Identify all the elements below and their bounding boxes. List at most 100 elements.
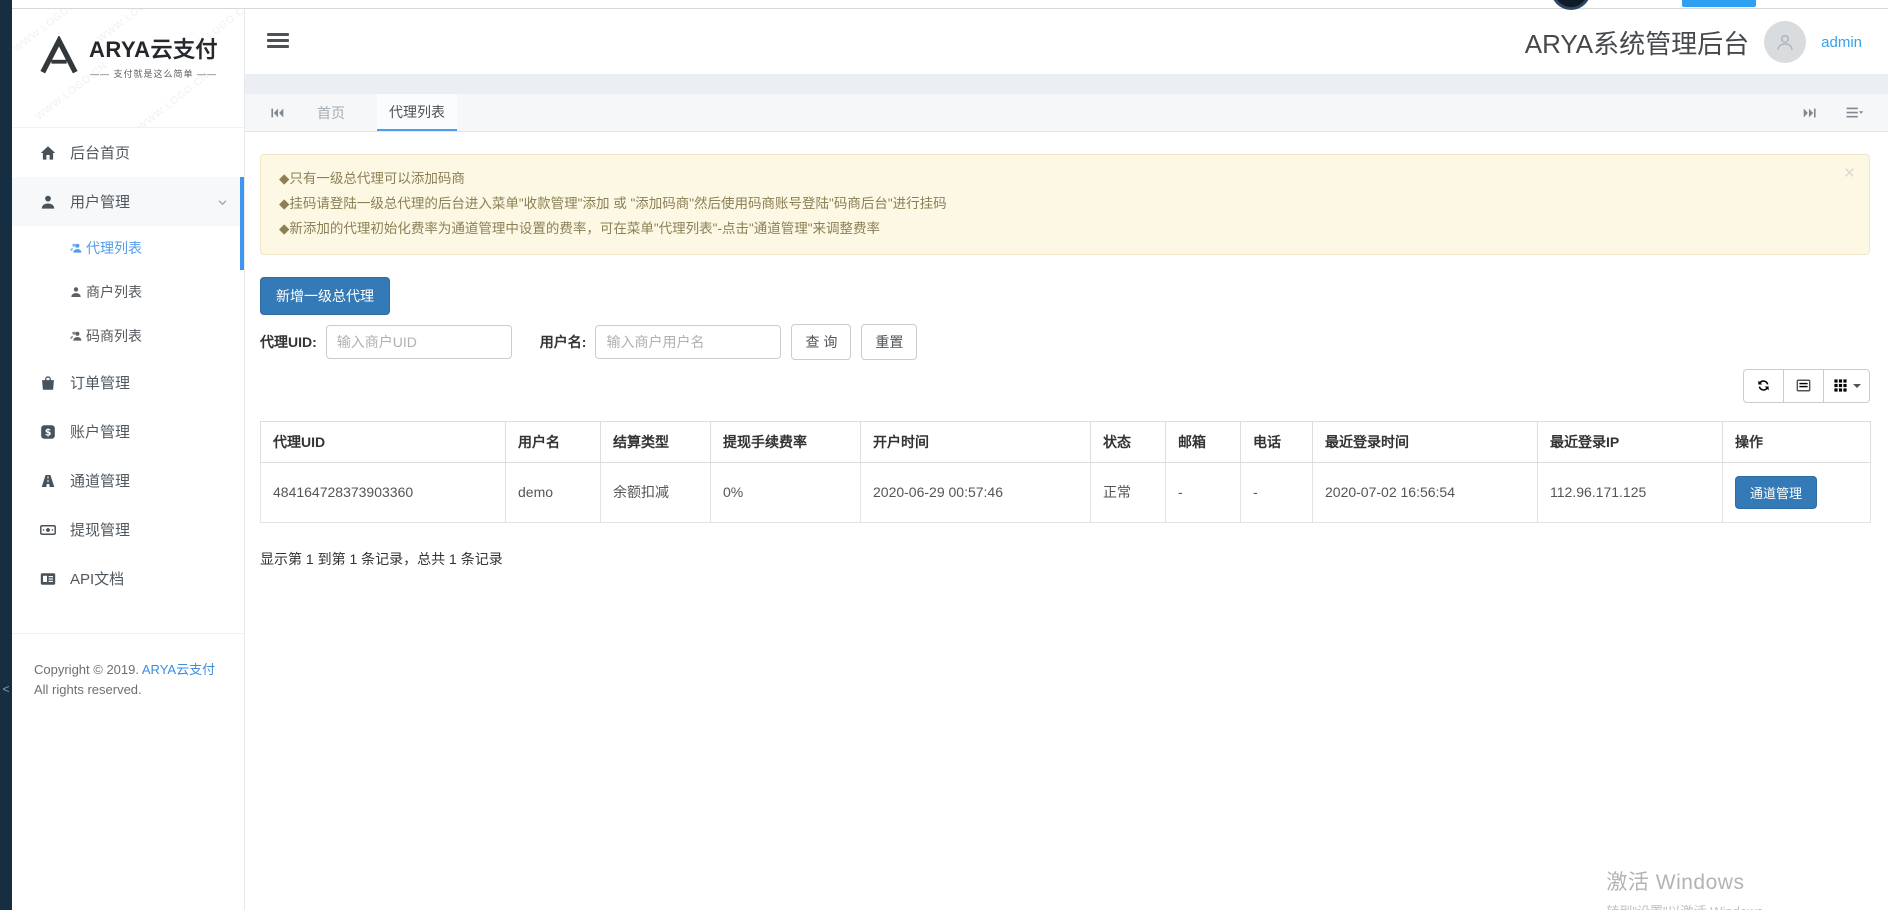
cell-email: -	[1166, 462, 1241, 522]
sidebar-item-label: 商户列表	[86, 282, 142, 302]
channel-manage-button[interactable]: 通道管理	[1735, 476, 1817, 509]
tab-agent-list[interactable]: 代理列表	[377, 94, 457, 131]
cell-settle-type: 余额扣减	[601, 462, 711, 522]
user-icon	[70, 286, 82, 298]
sidebar-item-label: 通道管理	[70, 470, 130, 491]
username-link[interactable]: admin	[1821, 34, 1862, 51]
notice-line: ◆只有一级总代理可以添加码商	[279, 167, 1829, 192]
tab-label: 代理列表	[389, 102, 445, 122]
copyright-suffix: All rights reserved.	[34, 682, 142, 697]
road-icon	[40, 473, 56, 489]
browser-overlay-button	[1682, 0, 1756, 7]
column-header: 状态	[1091, 421, 1166, 462]
column-header: 最近登录IP	[1538, 421, 1723, 462]
sidebar-item-label: 提现管理	[70, 519, 130, 540]
toggle-view-icon	[1796, 378, 1811, 393]
brand-logo-icon	[38, 36, 80, 76]
pagination-summary: 显示第 1 到第 1 条记录，总共 1 条记录	[260, 549, 1870, 569]
username-input[interactable]	[595, 325, 781, 359]
column-header: 邮箱	[1166, 421, 1241, 462]
notice-line: ◆挂码请登陆一级总代理的后台进入菜单"收款管理"添加 或 "添加码商"然后使用码…	[279, 192, 1829, 217]
sidebar-item-label: 用户管理	[70, 191, 130, 212]
fast-backward-icon[interactable]	[269, 106, 285, 120]
sidebar-collapse-handle[interactable]: <	[0, 682, 12, 696]
filter-row: 代理UID: 用户名: 查 询 重置	[260, 324, 1870, 360]
notice-line: ◆新添加的代理初始化费率为通道管理中设置的费率，可在菜单"代理列表"-点击"通道…	[279, 217, 1829, 242]
cell-agent-uid: 484164728373903360	[261, 462, 506, 522]
agent-uid-input[interactable]	[326, 325, 512, 359]
sidebar-item-accounts[interactable]: 账户管理	[12, 407, 244, 456]
brand-link[interactable]: ARYA云支付	[142, 662, 215, 677]
sidebar-menu: 后台首页 用户管理 代理列表 商户列表 码商列表 订单管理	[12, 128, 244, 603]
table-toolbar	[260, 369, 1870, 403]
search-button[interactable]: 查 询	[791, 324, 851, 360]
copyright: Copyright © 2019. ARYA云支付 All rights res…	[12, 633, 244, 700]
cell-last-login-time: 2020-07-02 16:56:54	[1313, 462, 1538, 522]
brand-name: ARYA云支付	[89, 32, 218, 64]
sidebar-item-label: 后台首页	[70, 142, 130, 163]
sidebar-item-label: API文档	[70, 568, 124, 589]
page: < WWW.LOGO.CN WWW.LOGO.CN WWW.LOGO.CN WW…	[0, 0, 1888, 910]
tab-band	[245, 74, 1888, 94]
table-row: 484164728373903360 demo 余额扣减 0% 2020-06-…	[261, 462, 1871, 522]
home-icon	[40, 145, 56, 161]
tab-home[interactable]: 首页	[313, 94, 349, 131]
columns-grid-icon	[1833, 378, 1848, 393]
agents-table: 代理UID 用户名 结算类型 提现手续费率 开户时间 状态 邮箱 电话 最近登录…	[260, 421, 1871, 523]
sidebar-subitem-codemerchant-list[interactable]: 码商列表	[12, 314, 244, 358]
close-icon[interactable]: ×	[1844, 161, 1855, 188]
agent-uid-label: 代理UID:	[260, 332, 317, 352]
tab-bar: 首页 代理列表	[245, 94, 1888, 132]
fast-forward-icon[interactable]	[1802, 106, 1818, 120]
notice-alert: ◆只有一级总代理可以添加码商 ◆挂码请登陆一级总代理的后台进入菜单"收款管理"添…	[260, 154, 1870, 255]
refresh-icon	[1756, 378, 1771, 393]
sidebar-item-withdrawals[interactable]: 提现管理	[12, 505, 244, 554]
sidebar-item-orders[interactable]: 订单管理	[12, 358, 244, 407]
tab-label: 首页	[317, 103, 345, 123]
cell-withdraw-fee: 0%	[711, 462, 861, 522]
reset-button[interactable]: 重置	[861, 324, 917, 360]
column-header: 操作	[1723, 421, 1871, 462]
left-dark-strip: <	[0, 0, 12, 910]
cell-open-time: 2020-06-29 00:57:46	[861, 462, 1091, 522]
sidebar-subitem-agent-list[interactable]: 代理列表	[12, 226, 244, 270]
shopping-bag-icon	[40, 375, 56, 391]
table-header-row: 代理UID 用户名 结算类型 提现手续费率 开户时间 状态 邮箱 电话 最近登录…	[261, 421, 1871, 462]
document-icon	[40, 571, 56, 587]
users-icon	[70, 330, 82, 342]
copyright-prefix: Copyright © 2019.	[34, 662, 139, 677]
toggle-view-button[interactable]	[1783, 369, 1824, 403]
top-header: ARYA系统管理后台 admin	[245, 10, 1888, 74]
banknote-icon	[40, 522, 56, 538]
sidebar-item-user-management[interactable]: 用户管理	[12, 177, 244, 226]
sidebar-item-channels[interactable]: 通道管理	[12, 456, 244, 505]
sidebar-item-label: 代理列表	[86, 238, 142, 258]
users-icon	[70, 242, 82, 254]
add-top-agent-button[interactable]: 新增一级总代理	[260, 277, 390, 315]
column-header: 提现手续费率	[711, 421, 861, 462]
tab-menu-icon[interactable]	[1846, 105, 1864, 120]
username-label: 用户名:	[540, 332, 587, 352]
sidebar-subitem-merchant-list[interactable]: 商户列表	[12, 270, 244, 314]
brand-tagline: —— 支付就是这么简单 ——	[89, 67, 218, 80]
sidebar-item-label: 账户管理	[70, 421, 130, 442]
cell-last-login-ip: 112.96.171.125	[1538, 462, 1723, 522]
sidebar-item-label: 订单管理	[70, 372, 130, 393]
avatar[interactable]	[1764, 21, 1806, 63]
main-area: ARYA系统管理后台 admin 首页 代理列表 ◆只有一级总代理可以添加码商 …	[245, 10, 1888, 910]
column-header: 代理UID	[261, 421, 506, 462]
sidebar-item-api-docs[interactable]: API文档	[12, 554, 244, 603]
chevron-down-icon	[217, 197, 228, 208]
user-icon	[40, 194, 56, 210]
hamburger-icon[interactable]	[267, 33, 289, 51]
columns-button[interactable]	[1823, 369, 1870, 403]
logo-area: WWW.LOGO.CN WWW.LOGO.CN WWW.LOGO.CN WWW.…	[12, 0, 244, 128]
sidebar-item-dashboard[interactable]: 后台首页	[12, 128, 244, 177]
refresh-button[interactable]	[1743, 369, 1784, 403]
top-edge	[12, 0, 1888, 9]
column-header: 电话	[1241, 421, 1313, 462]
dollar-icon	[40, 424, 56, 440]
content: ◆只有一级总代理可以添加码商 ◆挂码请登陆一级总代理的后台进入菜单"收款管理"添…	[245, 132, 1888, 569]
cell-phone: -	[1241, 462, 1313, 522]
sidebar-item-label: 码商列表	[86, 326, 142, 346]
